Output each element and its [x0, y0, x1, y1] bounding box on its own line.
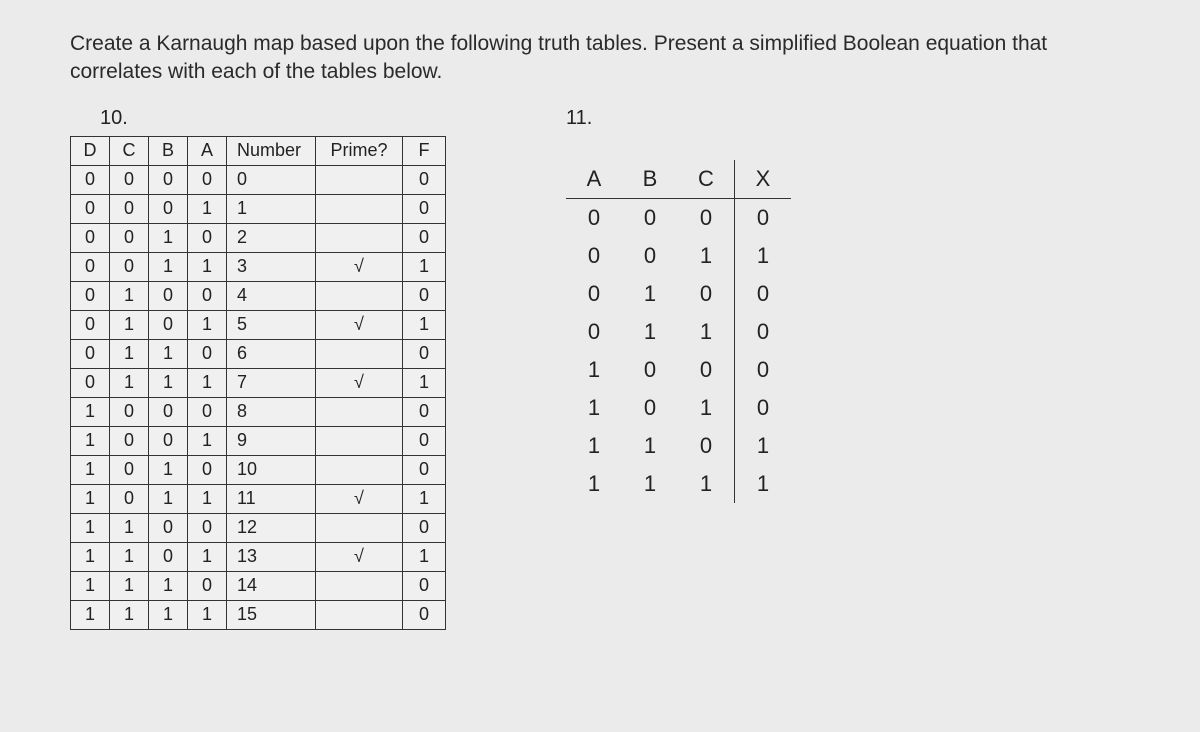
table-row: 1111150 — [71, 600, 446, 629]
table-row: 00113√1 — [71, 252, 446, 281]
truth-table-11: A B C X 0000 0011 0100 0110 1000 1010 11… — [566, 160, 791, 503]
col-F: F — [403, 136, 446, 165]
col-C: C — [110, 136, 149, 165]
table-row: 0000 — [566, 198, 791, 237]
col-X: X — [735, 160, 792, 199]
table-row: 1010 — [566, 389, 791, 427]
table-row: 101111√1 — [71, 484, 446, 513]
col-B: B — [149, 136, 188, 165]
col-C: C — [678, 160, 735, 199]
table-row: 000000 — [71, 165, 446, 194]
table-row: 001020 — [71, 223, 446, 252]
col-A: A — [188, 136, 227, 165]
col-Number: Number — [227, 136, 316, 165]
table-row: 011060 — [71, 339, 446, 368]
col-A: A — [566, 160, 622, 199]
table-row: 100080 — [71, 397, 446, 426]
col-B: B — [622, 160, 678, 199]
table-header-row: A B C X — [566, 160, 791, 199]
truth-table-10: D C B A Number Prime? F 000000 000110 00… — [70, 136, 446, 630]
col-Prime: Prime? — [316, 136, 403, 165]
problem-11: 11. A B C X 0000 0011 0100 0110 1000 101… — [566, 107, 791, 503]
problem-10: 10. D C B A Number Prime? F 000000 00011… — [70, 107, 446, 630]
table-row: 100190 — [71, 426, 446, 455]
problem-prompt: Create a Karnaugh map based upon the fol… — [70, 30, 1130, 87]
table-row: 0011 — [566, 237, 791, 275]
table-row: 01117√1 — [71, 368, 446, 397]
table-row: 0100 — [566, 275, 791, 313]
problem-11-label: 11. — [566, 107, 791, 130]
table-row: 1101 — [566, 427, 791, 465]
table-row: 01015√1 — [71, 310, 446, 339]
table-row: 0110 — [566, 313, 791, 351]
table-row: 010040 — [71, 281, 446, 310]
problem-10-label: 10. — [100, 107, 446, 130]
table-row: 1100120 — [71, 513, 446, 542]
table-row: 000110 — [71, 194, 446, 223]
table-row: 110113√1 — [71, 542, 446, 571]
table-row: 1110140 — [71, 571, 446, 600]
table-row: 1000 — [566, 351, 791, 389]
table-row: 1111 — [566, 465, 791, 503]
col-D: D — [71, 136, 110, 165]
table-row: 1010100 — [71, 455, 446, 484]
table-header-row: D C B A Number Prime? F — [71, 136, 446, 165]
